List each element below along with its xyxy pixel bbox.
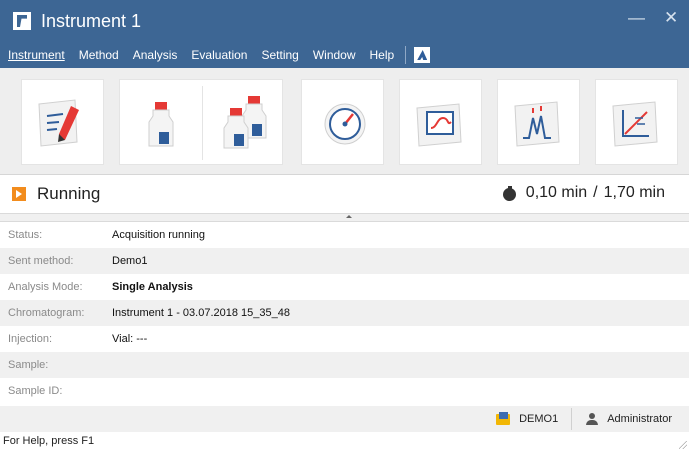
detail-row-sample-id: Sample ID:	[0, 378, 689, 404]
detail-label: Sent method:	[8, 255, 74, 267]
project-indicator[interactable]: DEMO1	[496, 412, 558, 426]
menu-bar: Instrument Method Analysis Evaluation Se…	[0, 42, 689, 68]
monitor-chart-icon	[416, 103, 462, 147]
run-details-panel: Status: Acquisition running Sent method:…	[0, 222, 689, 404]
run-state-label: Running	[37, 184, 101, 203]
detail-value: Vial: ---	[112, 333, 148, 345]
resize-grip-icon[interactable]	[679, 441, 687, 449]
multiple-vials-icon[interactable]	[212, 92, 278, 152]
panel-splitter[interactable]	[0, 213, 689, 222]
detail-row-injection: Injection: Vial: ---	[0, 326, 689, 352]
vial-buttons-group	[119, 79, 283, 165]
minimize-button[interactable]: —	[628, 8, 645, 28]
elapsed-time: 0,10 min	[525, 184, 588, 201]
user-name: Administrator	[607, 413, 672, 425]
help-text: For Help, press F1	[3, 435, 95, 447]
run-timer: 0,10 min / 1,70 min	[502, 184, 665, 202]
total-time: 1,70 min	[603, 184, 665, 201]
detail-label: Injection:	[8, 333, 53, 345]
user-icon	[586, 413, 599, 425]
chromatogram-button[interactable]	[497, 79, 580, 165]
vendor-logo-icon[interactable]	[414, 47, 431, 63]
project-folder-icon	[496, 412, 511, 426]
menu-analysis[interactable]: Analysis	[126, 42, 185, 68]
detail-value: Single Analysis	[112, 281, 193, 293]
detail-row-sent-method: Sent method: Demo1	[0, 248, 689, 274]
detail-label: Sample ID:	[8, 385, 63, 397]
collapse-arrow-icon[interactable]	[346, 215, 352, 218]
gauge-icon	[324, 103, 366, 145]
stopwatch-icon	[502, 185, 517, 201]
single-vial-icon[interactable]	[131, 96, 191, 152]
calibration-button[interactable]	[595, 79, 678, 165]
menu-method[interactable]: Method	[72, 42, 126, 68]
calibration-curve-icon	[612, 101, 658, 147]
detail-label: Chromatogram:	[8, 307, 85, 319]
detail-label: Status:	[8, 229, 43, 241]
detail-value: Instrument 1 - 03.07.2018 15_35_48	[112, 307, 290, 319]
monitor-button[interactable]	[399, 79, 482, 165]
edit-method-icon	[38, 99, 79, 147]
menu-separator	[405, 46, 407, 64]
menu-setting[interactable]: Setting	[254, 42, 305, 68]
detail-value: Demo1	[112, 255, 148, 267]
user-indicator[interactable]: Administrator	[586, 413, 689, 425]
menu-help[interactable]: Help	[363, 42, 402, 68]
edit-method-button[interactable]	[21, 79, 104, 165]
run-status-bar: Running 0,10 min / 1,70 min	[0, 175, 689, 213]
app-logo-icon	[13, 12, 31, 30]
detail-row-chromatogram: Chromatogram: Instrument 1 - 03.07.2018 …	[0, 300, 689, 326]
time-separator: /	[593, 184, 598, 201]
menu-evaluation[interactable]: Evaluation	[184, 42, 254, 68]
help-bar: For Help, press F1	[0, 432, 689, 451]
gauge-button[interactable]	[301, 79, 384, 165]
project-name: DEMO1	[519, 413, 559, 425]
menu-instrument[interactable]: Instrument	[0, 42, 72, 68]
close-button[interactable]: ✕	[664, 8, 678, 28]
title-bar: Instrument 1 — ✕	[0, 0, 689, 42]
play-icon	[12, 187, 26, 201]
detail-label: Analysis Mode:	[8, 281, 83, 293]
toolbar	[0, 68, 689, 175]
detail-value: Acquisition running	[112, 229, 205, 241]
detail-label: Sample:	[8, 359, 49, 371]
detail-row-analysis-mode: Analysis Mode: Single Analysis	[0, 274, 689, 300]
status-bar: DEMO1 Administrator	[0, 406, 689, 432]
status-separator	[571, 408, 573, 430]
detail-row-status: Status: Acquisition running	[0, 222, 689, 248]
detail-row-sample: Sample:	[0, 352, 689, 378]
chromatogram-peaks-icon	[514, 101, 560, 147]
menu-window[interactable]: Window	[306, 42, 363, 68]
window-title: Instrument 1	[41, 10, 142, 31]
